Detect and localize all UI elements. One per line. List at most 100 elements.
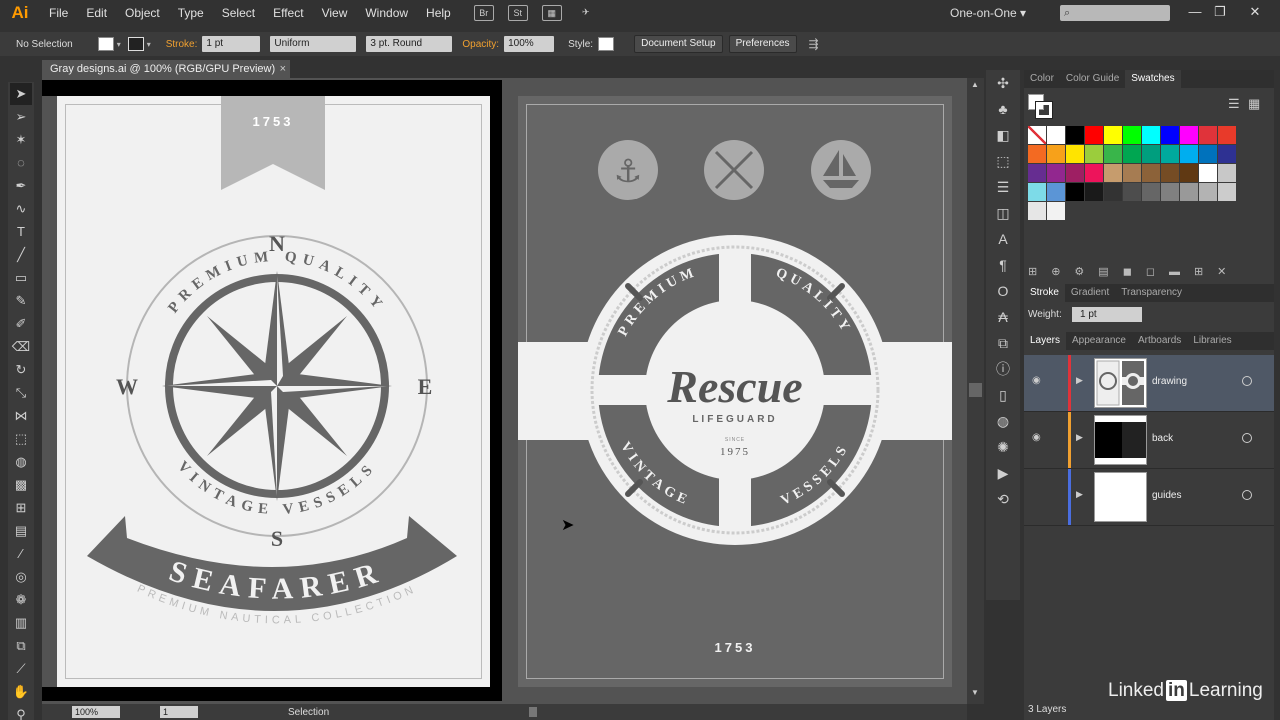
symbol-sprayer-tool-icon[interactable]: ❁: [10, 589, 32, 611]
layer-name[interactable]: guides: [1152, 490, 1181, 501]
color-swatch[interactable]: [1180, 126, 1198, 144]
type-tool-icon[interactable]: T: [10, 221, 32, 243]
menu-window[interactable]: Window: [356, 0, 417, 26]
layer-name[interactable]: back: [1152, 433, 1173, 444]
transform-icon[interactable]: ⬚: [986, 148, 1020, 174]
align-icon[interactable]: ☰: [986, 174, 1020, 200]
layer-target-icon[interactable]: [1242, 433, 1252, 443]
links-icon[interactable]: ⧉: [986, 330, 1020, 356]
menu-object[interactable]: Object: [116, 0, 169, 26]
paintbrush-tool-icon[interactable]: ✎: [10, 290, 32, 312]
scroll-thumb[interactable]: [969, 383, 982, 397]
tab-gradient[interactable]: Gradient: [1065, 284, 1115, 302]
fill-swatch[interactable]: [97, 37, 114, 51]
stroke-color-swatch[interactable]: [1035, 101, 1053, 119]
none-swatch[interactable]: [1028, 126, 1046, 144]
stock-icon[interactable]: St: [507, 5, 528, 21]
pathfinder-icon[interactable]: ◫: [986, 200, 1020, 226]
opentype-icon[interactable]: O: [986, 278, 1020, 304]
zoom-field[interactable]: 100%: [72, 706, 120, 718]
layer-target-icon[interactable]: [1242, 376, 1252, 386]
paragraph-icon[interactable]: ¶: [986, 252, 1020, 278]
color-swatch[interactable]: [1218, 126, 1236, 144]
workspace-switcher[interactable]: One-on-One ▾: [950, 0, 1026, 26]
selection-tool-icon[interactable]: ➤: [10, 83, 32, 105]
width-tool-icon[interactable]: ⋈: [10, 405, 32, 427]
tab-transparency[interactable]: Transparency: [1115, 284, 1188, 302]
curvature-tool-icon[interactable]: ∿: [10, 198, 32, 220]
brush-definition[interactable]: 3 pt. Round: [366, 36, 453, 52]
arrange-documents-icon[interactable]: ▦: [541, 5, 562, 21]
canvas[interactable]: 1753 PREMIUM QUALITY VINTAGE VESSELS N S…: [42, 78, 967, 704]
menu-help[interactable]: Help: [417, 0, 460, 26]
color-swatch[interactable]: [1199, 145, 1217, 163]
artboard-tool-icon[interactable]: ⧉: [10, 635, 32, 657]
color-swatch[interactable]: [1199, 126, 1217, 144]
layer-target-icon[interactable]: [1242, 490, 1252, 500]
style-swatch[interactable]: [598, 37, 615, 51]
blend-tool-icon[interactable]: ◎: [10, 566, 32, 588]
graphic-styles-icon[interactable]: ◧: [986, 122, 1020, 148]
menu-select[interactable]: Select: [213, 0, 264, 26]
status-tool-text[interactable]: Selection: [288, 707, 329, 718]
color-swatch[interactable]: [1066, 145, 1084, 163]
eraser-tool-icon[interactable]: ⌫: [10, 336, 32, 358]
chevron-down-icon[interactable]: ▾: [144, 40, 154, 49]
rotate-tool-icon[interactable]: ↻: [10, 359, 32, 381]
color-swatch[interactable]: [1161, 183, 1179, 201]
artboard-rescue[interactable]: ⚓ PREMIUM QUALITY VINTAGE VESSELS Rescue…: [518, 96, 952, 687]
tab-artboards[interactable]: Artboards: [1132, 332, 1187, 350]
color-swatch[interactable]: [1123, 145, 1141, 163]
variable-width-profile[interactable]: Uniform: [270, 36, 357, 52]
expand-arrow-icon[interactable]: ▶: [1076, 489, 1083, 500]
magic-wand-tool-icon[interactable]: ✶: [10, 129, 32, 151]
info-icon[interactable]: ⓘ: [986, 356, 1020, 382]
color-swatch[interactable]: [1104, 164, 1122, 182]
color-swatch[interactable]: [1028, 164, 1046, 182]
css-icon[interactable]: ⟲: [986, 486, 1020, 512]
color-swatch[interactable]: [1161, 164, 1179, 182]
character-icon[interactable]: A: [986, 226, 1020, 252]
tab-libraries[interactable]: Libraries: [1187, 332, 1237, 350]
tab-stroke[interactable]: Stroke: [1024, 284, 1065, 302]
grid-view-icon[interactable]: ▦: [1248, 96, 1260, 112]
document-setup-button[interactable]: Document Setup: [634, 35, 723, 53]
color-swatch[interactable]: [1218, 183, 1236, 201]
actions-icon[interactable]: ▶: [986, 460, 1020, 486]
color-swatch[interactable]: [1180, 183, 1198, 201]
color-swatch[interactable]: [1066, 126, 1084, 144]
tab-color[interactable]: Color: [1024, 70, 1060, 88]
menu-file[interactable]: File: [40, 0, 77, 26]
color-swatch[interactable]: [1142, 126, 1160, 144]
artboard-seafarer[interactable]: 1753 PREMIUM QUALITY VINTAGE VESSELS N S…: [57, 96, 490, 687]
color-swatch[interactable]: [1047, 202, 1065, 220]
color-swatch[interactable]: [1085, 126, 1103, 144]
stroke-weight-input[interactable]: 1 pt: [1072, 307, 1142, 322]
color-swatch[interactable]: [1047, 164, 1065, 182]
scale-tool-icon[interactable]: ⤡: [10, 382, 32, 404]
color-swatch[interactable]: [1028, 183, 1046, 201]
minimize-icon[interactable]: —: [1185, 3, 1205, 21]
tab-swatches[interactable]: Swatches: [1125, 70, 1181, 88]
line-tool-icon[interactable]: ╱: [10, 244, 32, 266]
color-swatch[interactable]: [1028, 145, 1046, 163]
layer-row-guides[interactable]: ▶ guides: [1024, 469, 1274, 526]
color-swatch[interactable]: [1123, 183, 1141, 201]
arrange-icon[interactable]: ⇶: [809, 37, 819, 51]
color-swatch[interactable]: [1123, 164, 1141, 182]
document-tab[interactable]: Gray designs.ai @ 100% (RGB/GPU Preview)…: [42, 60, 290, 78]
color-swatch[interactable]: [1180, 145, 1198, 163]
color-swatch[interactable]: [1104, 126, 1122, 144]
color-swatch[interactable]: [1047, 183, 1065, 201]
expand-arrow-icon[interactable]: ▶: [1076, 432, 1083, 443]
swatch-library-icons[interactable]: ⊞⊕⚙▤◼◻▬⊞✕: [1028, 265, 1250, 279]
menu-type[interactable]: Type: [169, 0, 213, 26]
chevron-down-icon[interactable]: ▾: [114, 40, 124, 49]
restore-icon[interactable]: ❐: [1210, 3, 1230, 21]
color-swatch[interactable]: [1218, 164, 1236, 182]
tab-color-guide[interactable]: Color Guide: [1060, 70, 1125, 88]
menu-edit[interactable]: Edit: [77, 0, 116, 26]
direct-selection-tool-icon[interactable]: ➢: [10, 106, 32, 128]
layer-row-drawing[interactable]: ◉ ▶ drawing: [1024, 355, 1274, 412]
bridge-icon[interactable]: Br: [473, 5, 494, 21]
